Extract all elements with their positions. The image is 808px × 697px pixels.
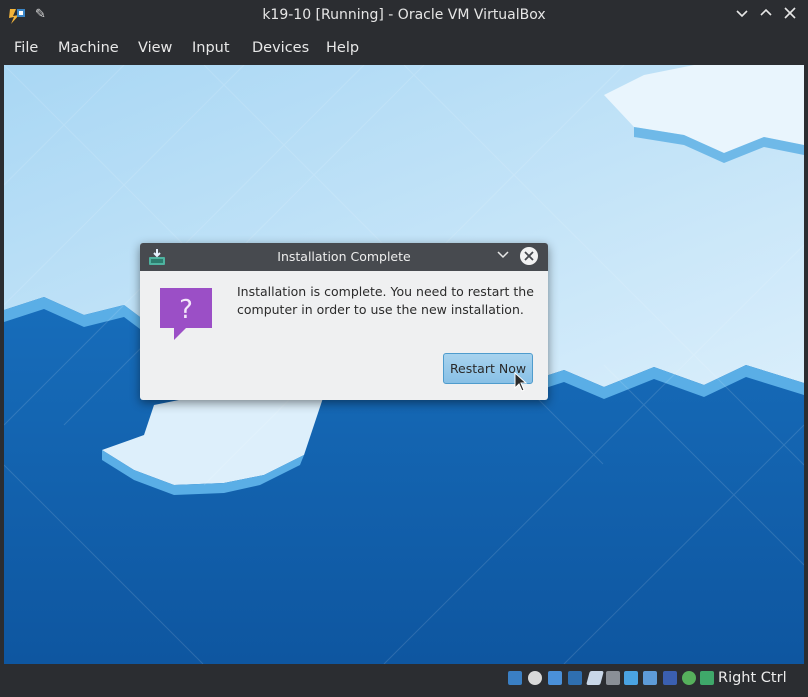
menu-file[interactable]: File [14,40,38,56]
maximize-icon[interactable] [756,6,776,26]
chevron-down-icon[interactable] [497,248,509,263]
display-icon[interactable] [624,671,638,685]
dialog-title-bar: Installation Complete [140,243,548,271]
installation-complete-dialog: Installation Complete ? Installation is … [140,243,548,400]
video-capture-icon[interactable] [643,671,657,685]
close-icon[interactable] [780,6,800,26]
hard-disk-icon[interactable] [508,671,522,685]
question-icon: ? [160,288,212,340]
audio-icon[interactable] [548,671,562,685]
shared-folders-icon[interactable] [606,671,620,685]
mouse-integration-icon[interactable] [700,671,714,685]
menu-input[interactable]: Input [192,40,230,56]
mouse-cursor-icon [514,371,528,396]
svg-text:?: ? [179,295,193,325]
virtualbox-window: ✎ k19-10 [Running] - Oracle VM VirtualBo… [0,0,808,697]
dialog-title: Installation Complete [277,249,411,264]
menu-help[interactable]: Help [326,40,359,56]
window-title: k19-10 [Running] - Oracle VM VirtualBox [262,7,546,23]
title-bar: ✎ k19-10 [Running] - Oracle VM VirtualBo… [0,0,808,32]
host-key-label: Right Ctrl [718,670,787,686]
minimize-icon[interactable] [732,6,752,26]
usb-icon[interactable] [586,671,604,685]
close-icon[interactable] [520,247,538,265]
menu-machine[interactable]: Machine [58,40,119,56]
network-icon[interactable] [568,671,582,685]
optical-drive-icon[interactable] [528,671,542,685]
menu-devices[interactable]: Devices [252,40,309,56]
status-bar [0,664,808,697]
vt-x-icon[interactable] [663,671,677,685]
menu-view[interactable]: View [138,40,172,56]
menu-bar: File Machine View Input Devices Help [0,32,808,65]
dialog-message: Installation is complete. You need to re… [237,284,534,317]
guest-additions-icon[interactable] [682,671,696,685]
